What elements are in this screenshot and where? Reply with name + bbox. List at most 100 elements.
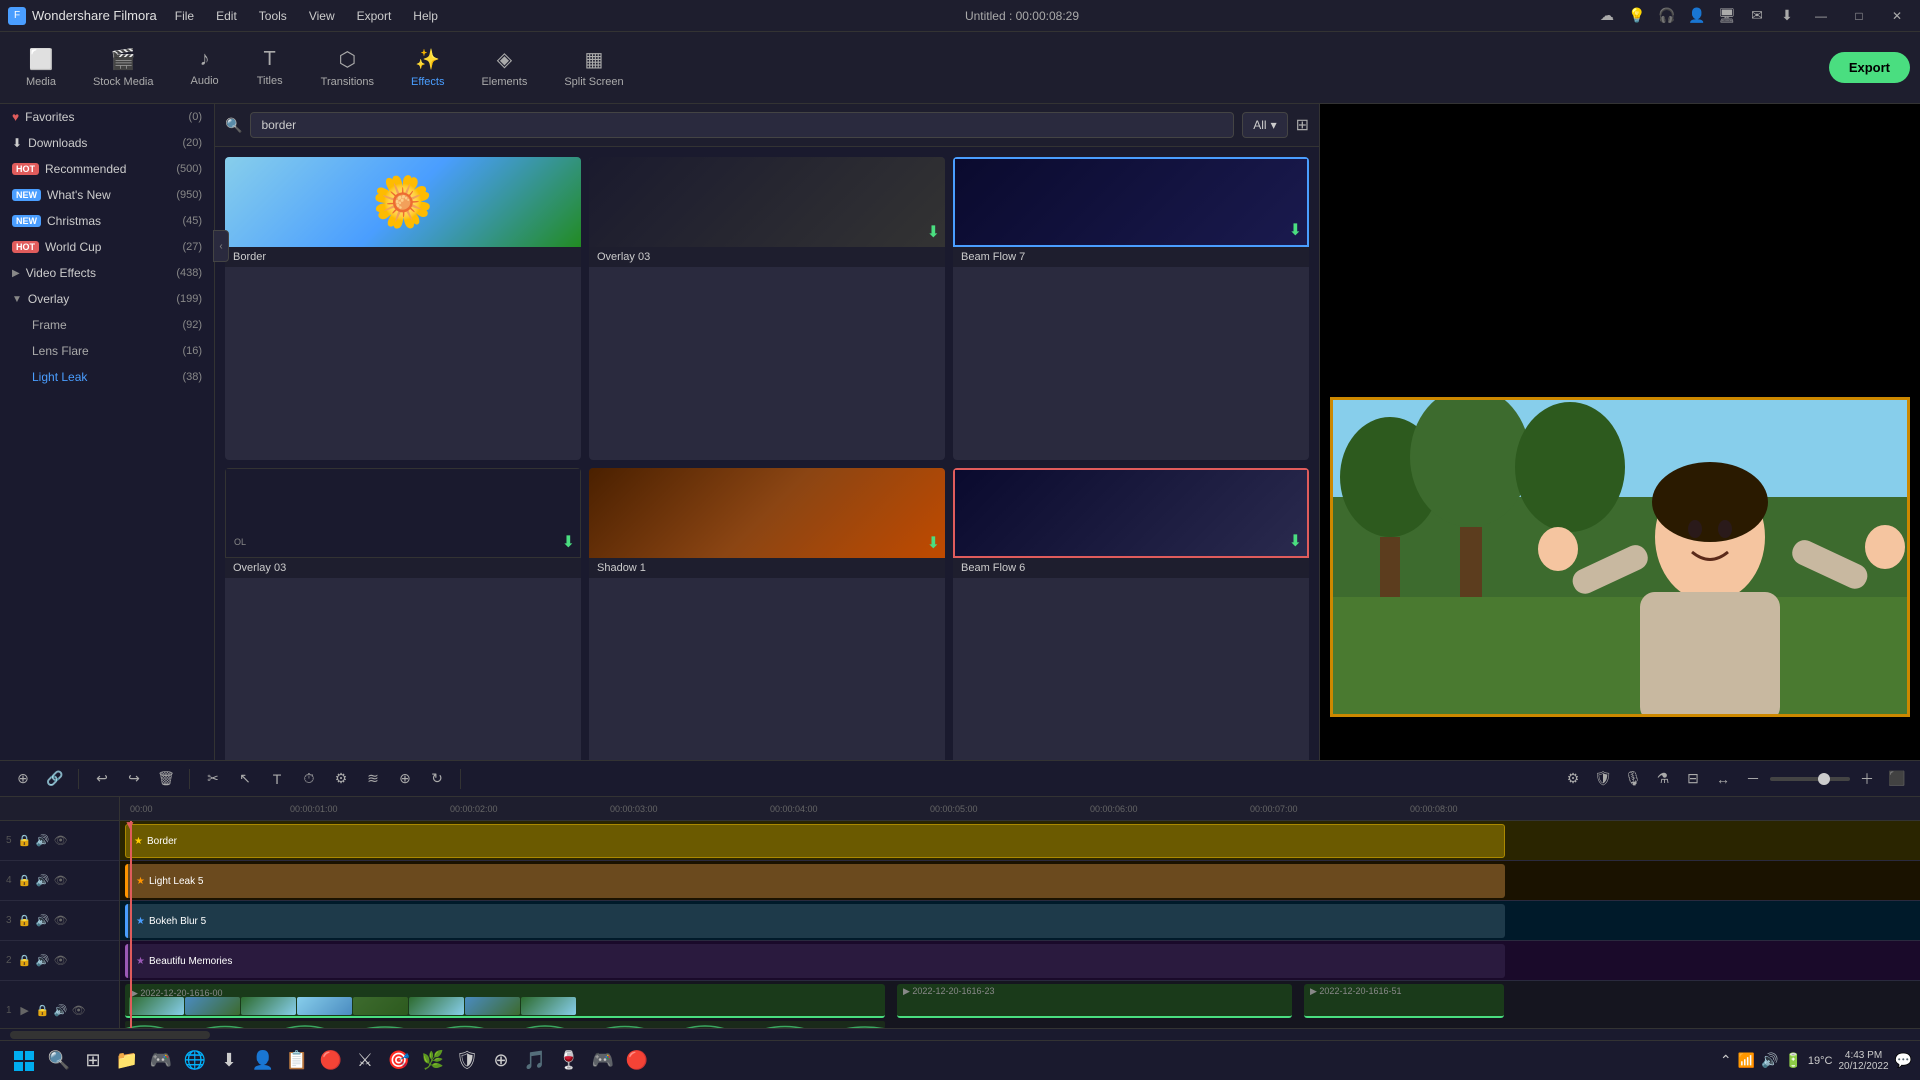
track-audio-icon-1[interactable]: 🔊 xyxy=(53,1003,69,1019)
delete-button[interactable]: 🗑 xyxy=(153,766,179,792)
sidebar-item-light-leak[interactable]: Light Leak (38) xyxy=(0,364,214,390)
rotate-button[interactable]: ↻ xyxy=(424,766,450,792)
effect-card-shadow-1[interactable]: ⬇ Shadow 1 xyxy=(589,468,945,771)
close-button[interactable]: ✕ xyxy=(1882,5,1912,27)
file-explorer-icon[interactable]: 📁 xyxy=(112,1046,142,1076)
app-icon-6[interactable]: 🎯 xyxy=(384,1046,414,1076)
tray-chevron[interactable]: ⌃ xyxy=(1720,1052,1732,1069)
track-lock-icon-4[interactable]: 🔒 xyxy=(17,873,33,889)
maximize-button[interactable]: □ xyxy=(1844,5,1874,27)
tool-media[interactable]: ⬜ Media xyxy=(10,36,72,100)
minimize-button[interactable]: — xyxy=(1806,5,1836,27)
tool-audio[interactable]: ♪ Audio xyxy=(175,36,235,100)
menu-view[interactable]: View xyxy=(299,5,345,27)
zoom-plus[interactable]: ＋ xyxy=(1854,766,1880,792)
app-icon-11[interactable]: 🍷 xyxy=(554,1046,584,1076)
sidebar-item-world-cup[interactable]: HOT World Cup (27) xyxy=(0,234,214,260)
clip-light-leak[interactable]: ★ Light Leak 5 xyxy=(125,864,1505,898)
cursor-button[interactable]: ↖ xyxy=(232,766,258,792)
sidebar-item-recommended[interactable]: HOT Recommended (500) xyxy=(0,156,214,182)
arcade-icon[interactable]: 🎮 xyxy=(146,1046,176,1076)
track-lock-icon-2[interactable]: 🔒 xyxy=(17,953,33,969)
track-eye-icon-4[interactable]: 👁 xyxy=(53,873,69,889)
menu-export[interactable]: Export xyxy=(347,5,402,27)
app-icon-1[interactable]: ⬇ xyxy=(214,1046,244,1076)
clip-border[interactable]: ★ Border xyxy=(125,824,1505,858)
redo-button[interactable]: ↪ xyxy=(121,766,147,792)
app-icon-2[interactable]: 👤 xyxy=(248,1046,278,1076)
add-media-button[interactable]: ⊕ xyxy=(10,766,36,792)
shield-button[interactable]: 🛡 xyxy=(1590,766,1616,792)
scrollbar-thumb[interactable] xyxy=(10,1031,210,1039)
zoom-slider[interactable] xyxy=(1770,777,1850,781)
adjust-button[interactable]: ⚙ xyxy=(328,766,354,792)
text-button[interactable]: T xyxy=(264,766,290,792)
download-icon[interactable]: ⬇ xyxy=(1776,5,1798,27)
sidebar-item-overlay[interactable]: ▼ Overlay (199) xyxy=(0,286,214,312)
search-input[interactable] xyxy=(250,112,1234,138)
app-icon-10[interactable]: 🎵 xyxy=(520,1046,550,1076)
headphone-icon[interactable]: 🎧 xyxy=(1656,5,1678,27)
cut-button[interactable]: ✂ xyxy=(200,766,226,792)
sidebar-item-christmas[interactable]: NEW Christmas (45) xyxy=(0,208,214,234)
tool-transitions[interactable]: ⬡ Transitions xyxy=(305,36,390,100)
effect-card-border[interactable]: Border xyxy=(225,157,581,460)
tool-stock-media[interactable]: 🎬 Stock Media xyxy=(77,36,170,100)
filter-button[interactable]: ⚗ xyxy=(1650,766,1676,792)
track-eye-icon-3[interactable]: 👁 xyxy=(53,913,69,929)
sidebar-item-video-effects[interactable]: ▶ Video Effects (438) xyxy=(0,260,214,286)
chrome-icon[interactable]: 🌐 xyxy=(180,1046,210,1076)
track-play-icon-1[interactable]: ▶ xyxy=(17,1003,33,1019)
app-icon-3[interactable]: 📋 xyxy=(282,1046,312,1076)
tray-icon-2[interactable]: 🔊 xyxy=(1761,1052,1778,1069)
task-view-button[interactable]: ⊞ xyxy=(78,1046,108,1076)
user-icon[interactable]: 👤 xyxy=(1686,5,1708,27)
app-icon-9[interactable]: ⊕ xyxy=(486,1046,516,1076)
bulb-icon[interactable]: 💡 xyxy=(1626,5,1648,27)
filter-dropdown[interactable]: All ▾ xyxy=(1242,112,1287,138)
sidebar-item-lens-flare[interactable]: Lens Flare (16) xyxy=(0,338,214,364)
fullscreen-button[interactable]: ⬛ xyxy=(1884,766,1910,792)
track-audio-icon-4[interactable]: 🔊 xyxy=(35,873,51,889)
track-eye-icon-1[interactable]: 👁 xyxy=(71,1003,87,1019)
track-lock-icon-1[interactable]: 🔒 xyxy=(35,1003,51,1019)
app-icon-7[interactable]: 🌿 xyxy=(418,1046,448,1076)
zoom-minus[interactable]: － xyxy=(1740,766,1766,792)
effect-card-overlay03-1[interactable]: ⬇ Overlay 03 xyxy=(589,157,945,460)
track-eye-icon-2[interactable]: 👁 xyxy=(53,953,69,969)
clip-video-3[interactable]: ▶ 2022-12-20-1616-51 xyxy=(1304,984,1504,1018)
track-lock-icon-3[interactable]: 🔒 xyxy=(17,913,33,929)
menu-edit[interactable]: Edit xyxy=(206,5,247,27)
app-icon-5[interactable]: ⚔ xyxy=(350,1046,380,1076)
tray-icon-1[interactable]: 📶 xyxy=(1738,1052,1755,1069)
app-icon-12[interactable]: 🎮 xyxy=(588,1046,618,1076)
track-audio-icon-5[interactable]: 🔊 xyxy=(35,833,51,849)
app-icon-4[interactable]: 🔴 xyxy=(316,1046,346,1076)
system-clock[interactable]: 4:43 PM 20/12/2022 xyxy=(1839,1050,1889,1072)
effect-card-beam-flow-7[interactable]: ⬇ Beam Flow 7 xyxy=(953,157,1309,460)
link-button[interactable]: 🔗 xyxy=(42,766,68,792)
track-area[interactable]: 00:00 00:00:01:00 00:00:02:00 00:00:03:0… xyxy=(120,797,1920,1028)
split-button[interactable]: ⊟ xyxy=(1680,766,1706,792)
snap-button[interactable]: ⊕ xyxy=(392,766,418,792)
track-lock-icon-5[interactable]: 🔒 xyxy=(17,833,33,849)
sidebar-item-frame[interactable]: Frame (92) xyxy=(0,312,214,338)
menu-tools[interactable]: Tools xyxy=(249,5,297,27)
export-button[interactable]: Export xyxy=(1829,52,1910,83)
collapse-sidebar-button[interactable]: ‹ xyxy=(213,230,229,262)
loop-button[interactable]: ↔ xyxy=(1710,766,1736,792)
effect-card-beam-flow-6[interactable]: ⬇ Beam Flow 6 xyxy=(953,468,1309,771)
track-audio-icon-2[interactable]: 🔊 xyxy=(35,953,51,969)
menu-file[interactable]: File xyxy=(165,5,204,27)
start-button[interactable] xyxy=(8,1045,40,1077)
tool-split-screen[interactable]: ▦ Split Screen xyxy=(548,36,639,100)
tool-elements[interactable]: ◈ Elements xyxy=(465,36,543,100)
tool-effects[interactable]: ✨ Effects xyxy=(395,36,460,100)
app-icon-8[interactable]: 🛡 xyxy=(452,1046,482,1076)
app-icon-13[interactable]: 🔴 xyxy=(622,1046,652,1076)
undo-button[interactable]: ↩ xyxy=(89,766,115,792)
track-eye-icon-5[interactable]: 👁 xyxy=(53,833,69,849)
clip-video-2[interactable]: ▶ 2022-12-20-1616-23 xyxy=(897,984,1292,1018)
display-icon[interactable]: 🖥 xyxy=(1716,5,1738,27)
search-taskbar-button[interactable]: 🔍 xyxy=(44,1046,74,1076)
